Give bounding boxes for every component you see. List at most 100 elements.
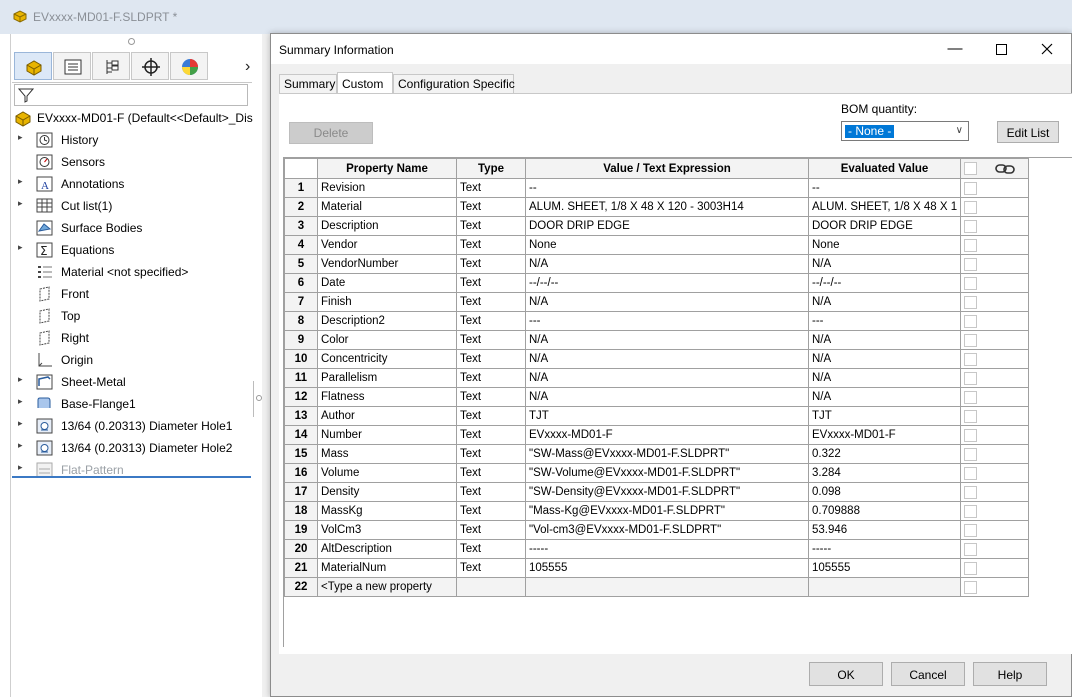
tree-item[interactable]: Origin [18, 349, 258, 371]
value-cell[interactable]: N/A [525, 387, 809, 407]
row-number[interactable]: 11 [284, 368, 318, 388]
table-row[interactable]: 11 Parallelism Text N/A N/A [284, 368, 1030, 388]
value-cell[interactable]: TJT [525, 406, 809, 426]
column-header-value[interactable]: Value / Text Expression [525, 158, 809, 179]
cancel-button[interactable]: Cancel [891, 662, 965, 686]
tree-filter-field[interactable] [14, 84, 248, 106]
tree-item[interactable]: ▸ Sheet-Metal [18, 371, 258, 393]
property-name-cell[interactable]: Description2 [317, 311, 457, 331]
row-number[interactable]: 9 [284, 330, 318, 350]
property-name-cell[interactable]: Density [317, 482, 457, 502]
property-name-cell[interactable]: AltDescription [317, 539, 457, 559]
table-row[interactable]: 12 Flatness Text N/A N/A [284, 387, 1030, 407]
type-cell[interactable]: Text [456, 368, 526, 388]
row-number[interactable]: 4 [284, 235, 318, 255]
bom-quantity-select[interactable]: - None - ∨ [841, 121, 969, 141]
new-property-row[interactable]: 22 <Type a new property [284, 577, 1030, 597]
row-number[interactable]: 17 [284, 482, 318, 502]
property-name-cell[interactable]: Number [317, 425, 457, 445]
value-cell[interactable]: N/A [525, 292, 809, 312]
link-checkbox[interactable] [964, 390, 978, 404]
value-cell[interactable]: N/A [525, 349, 809, 369]
expand-arrow-icon[interactable]: ▸ [18, 418, 23, 429]
property-name-cell[interactable]: Revision [317, 178, 457, 198]
table-row[interactable]: 7 Finish Text N/A N/A [284, 292, 1030, 312]
table-row[interactable]: 6 Date Text --/--/-- --/--/-- [284, 273, 1030, 293]
value-cell[interactable]: N/A [525, 330, 809, 350]
link-checkbox[interactable] [964, 276, 978, 290]
chevron-right-icon[interactable]: › [245, 58, 250, 76]
tree-item[interactable]: ▸ A Annotations [18, 173, 258, 195]
property-name-cell[interactable]: Concentricity [317, 349, 457, 369]
expand-arrow-icon[interactable]: ▸ [18, 462, 23, 473]
row-number[interactable]: 8 [284, 311, 318, 331]
property-name-cell[interactable]: Vendor [317, 235, 457, 255]
property-name-cell[interactable]: Volume [317, 463, 457, 483]
table-row[interactable]: 3 Description Text DOOR DRIP EDGE DOOR DRIP … [284, 216, 1030, 236]
select-all-cell[interactable] [284, 158, 318, 179]
new-property-name-input[interactable]: <Type a new property [317, 577, 457, 597]
value-cell[interactable]: "Mass-Kg@EVxxxx-MD01-F.SLDPRT" [525, 501, 809, 521]
value-cell[interactable]: "SW-Volume@EVxxxx-MD01-F.SLDPRT" [525, 463, 809, 483]
type-cell[interactable]: Text [456, 235, 526, 255]
value-cell[interactable]: "SW-Density@EVxxxx-MD01-F.SLDPRT" [525, 482, 809, 502]
value-cell[interactable]: --- [525, 311, 809, 331]
expand-arrow-icon[interactable]: ▸ [18, 396, 23, 407]
maximize-icon[interactable] [978, 34, 1024, 64]
property-name-cell[interactable]: Material [317, 197, 457, 217]
tab-custom[interactable]: Custom [337, 72, 393, 94]
column-header-evaluated-value[interactable]: Evaluated Value [807, 158, 962, 179]
row-number[interactable]: 15 [284, 444, 318, 464]
table-row[interactable]: 4 Vendor Text None None [284, 235, 1030, 255]
row-number[interactable]: 19 [284, 520, 318, 540]
expand-arrow-icon[interactable]: ▸ [18, 176, 23, 187]
type-cell[interactable]: Text [456, 216, 526, 236]
value-cell[interactable]: N/A [525, 254, 809, 274]
delete-button[interactable]: Delete [289, 122, 373, 144]
column-header-type[interactable]: Type [456, 158, 526, 179]
minimize-icon[interactable]: — [932, 34, 978, 64]
table-row[interactable]: 8 Description2 Text --- --- [284, 311, 1030, 331]
type-cell[interactable]: Text [456, 425, 526, 445]
link-checkbox[interactable] [964, 580, 978, 594]
value-cell[interactable]: ALUM. SHEET, 1/8 X 48 X 120 - 3003H14 [525, 197, 809, 217]
configuration-manager-tab[interactable] [92, 52, 130, 80]
type-cell[interactable]: Text [456, 254, 526, 274]
type-cell[interactable]: Text [456, 406, 526, 426]
row-number[interactable]: 22 [284, 577, 318, 597]
value-cell[interactable]: "SW-Mass@EVxxxx-MD01-F.SLDPRT" [525, 444, 809, 464]
value-cell[interactable]: ----- [525, 539, 809, 559]
expand-arrow-icon[interactable]: ▸ [18, 198, 23, 209]
row-number[interactable]: 13 [284, 406, 318, 426]
property-name-cell[interactable]: VolCm3 [317, 520, 457, 540]
column-header-property-name[interactable]: Property Name [317, 158, 457, 179]
tree-item[interactable]: Surface Bodies [18, 217, 258, 239]
link-checkbox[interactable] [964, 257, 978, 271]
ok-button[interactable]: OK [809, 662, 883, 686]
type-cell[interactable] [456, 577, 526, 597]
link-all-checkbox[interactable] [964, 162, 978, 175]
link-checkbox[interactable] [964, 409, 978, 423]
table-row[interactable]: 5 VendorNumber Text N/A N/A [284, 254, 1030, 274]
table-row[interactable]: 10 Concentricity Text N/A N/A [284, 349, 1030, 369]
pane-splitter[interactable] [253, 381, 262, 417]
type-cell[interactable]: Text [456, 463, 526, 483]
value-cell[interactable]: "Vol-cm3@EVxxxx-MD01-F.SLDPRT" [525, 520, 809, 540]
row-number[interactable]: 3 [284, 216, 318, 236]
tree-item[interactable]: Top [18, 305, 258, 327]
property-name-cell[interactable]: VendorNumber [317, 254, 457, 274]
row-number[interactable]: 7 [284, 292, 318, 312]
value-cell[interactable] [525, 577, 809, 597]
type-cell[interactable]: Text [456, 387, 526, 407]
link-checkbox[interactable] [964, 523, 978, 537]
link-checkbox[interactable] [964, 542, 978, 556]
tree-item[interactable]: ▸ History [18, 129, 258, 151]
value-cell[interactable]: 105555 [525, 558, 809, 578]
link-checkbox[interactable] [964, 314, 978, 328]
link-checkbox[interactable] [964, 200, 978, 214]
link-checkbox[interactable] [964, 428, 978, 442]
property-name-cell[interactable]: Parallelism [317, 368, 457, 388]
property-name-cell[interactable]: Finish [317, 292, 457, 312]
link-checkbox[interactable] [964, 333, 978, 347]
row-number[interactable]: 20 [284, 539, 318, 559]
